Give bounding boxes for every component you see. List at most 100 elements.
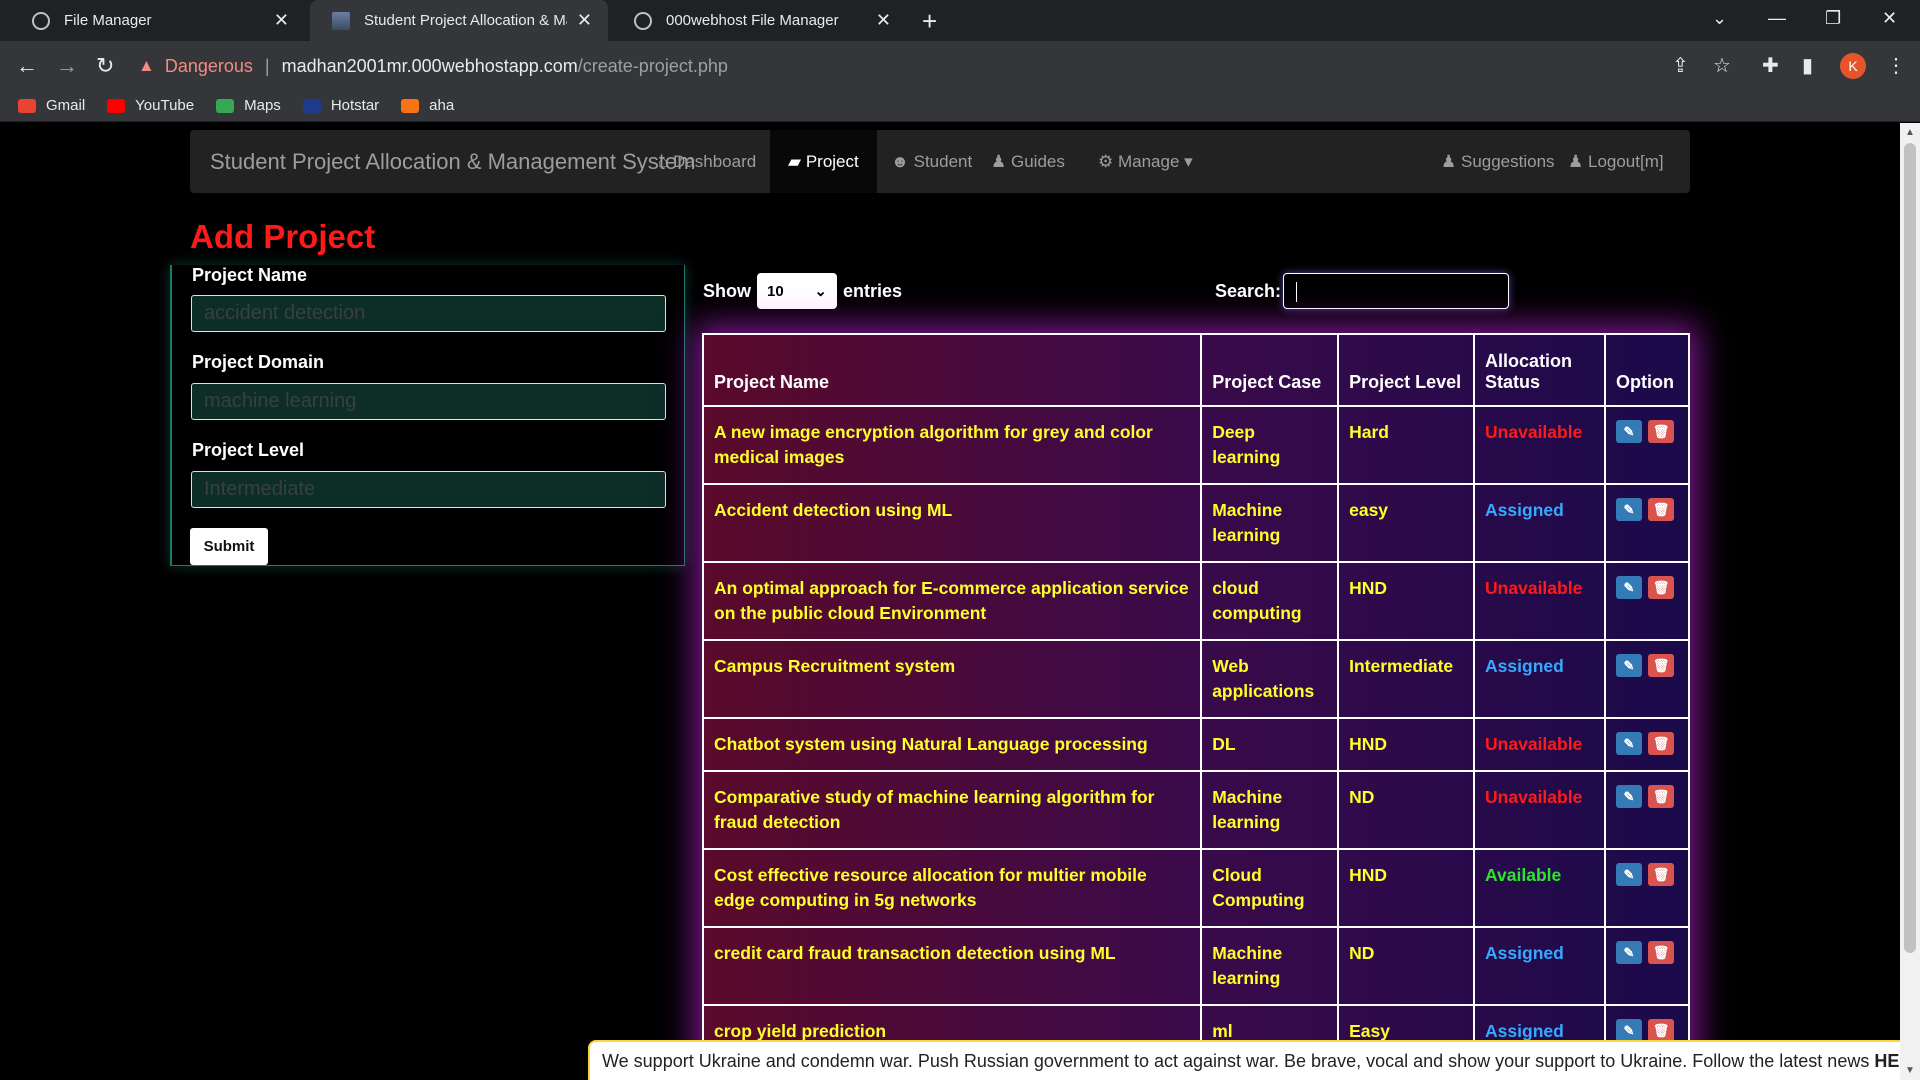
extensions-icon[interactable]: ✚ <box>1762 53 1779 78</box>
column-header[interactable]: Project Case <box>1200 333 1340 407</box>
project-name-cell: An optimal approach for E-commerce appli… <box>701 561 1203 641</box>
nav-label: Suggestions <box>1460 152 1555 171</box>
share-icon[interactable]: ⇪ <box>1672 53 1689 78</box>
edit-button[interactable]: ✎ <box>1615 1019 1642 1042</box>
delete-button[interactable]: 🗑 <box>1647 498 1674 521</box>
browser-tab[interactable]: File Manager ✕ <box>10 0 305 41</box>
submit-button[interactable]: Submit <box>190 528 268 565</box>
trash-icon: 🗑 <box>1652 502 1670 517</box>
nav-guides[interactable]: ♟ Guides <box>973 130 1083 193</box>
menu-icon[interactable]: ⋮ <box>1886 53 1906 78</box>
entries-select[interactable]: 10 ⌄ <box>757 273 837 309</box>
gear-icon: ⚙ <box>1098 152 1114 171</box>
edit-button[interactable]: ✎ <box>1615 863 1642 886</box>
project-name-input[interactable]: accident detection <box>191 295 666 332</box>
column-header[interactable]: Allocation Status <box>1473 333 1606 407</box>
project-level-cell: ND <box>1337 770 1476 850</box>
project-level-select[interactable]: Intermediate ⌄ <box>191 471 666 508</box>
page-scrollbar[interactable]: ▲ ▼ <box>1900 123 1920 1080</box>
reload-icon[interactable]: ↻ <box>96 53 114 79</box>
scroll-up-icon[interactable]: ▲ <box>1905 127 1915 138</box>
delete-button[interactable]: 🗑 <box>1647 732 1674 755</box>
nav-dashboard[interactable]: ⌂ Dashboard <box>640 130 774 193</box>
browser-toolbar: ← → ↻ ▲ Dangerous | madhan2001mr.000webh… <box>0 41 1920 90</box>
sidepanel-icon[interactable]: ▮ <box>1802 53 1813 78</box>
project-name-cell: Accident detection using ML <box>701 483 1203 563</box>
project-level-cell: HND <box>1337 848 1476 928</box>
close-icon[interactable]: ✕ <box>274 10 289 31</box>
address-bar[interactable]: ▲ Dangerous | madhan2001mr.000webhostapp… <box>138 48 1668 84</box>
nav-label: Manage <box>1117 152 1180 171</box>
bookmark-label: Hotstar <box>330 97 380 114</box>
nav-project[interactable]: ▰ Project <box>770 130 877 193</box>
home-icon: ⌂ <box>658 152 669 171</box>
tab-title: Student Project Allocation & Mar <box>364 12 567 29</box>
entries-length-control: Show 10 ⌄ entries <box>703 273 902 309</box>
bookmark-maps[interactable]: Maps <box>216 97 281 114</box>
close-icon[interactable]: ✕ <box>577 10 592 31</box>
nav-label: Student <box>913 152 973 171</box>
tab-search-icon[interactable]: ⌄ <box>1712 8 1727 29</box>
edit-button[interactable]: ✎ <box>1615 654 1642 677</box>
bookmark-gmail[interactable]: Gmail <box>18 97 85 114</box>
delete-button[interactable]: 🗑 <box>1647 654 1674 677</box>
scrollbar-thumb[interactable] <box>1904 143 1916 953</box>
column-header[interactable]: Project Level <box>1337 333 1476 407</box>
edit-button[interactable]: ✎ <box>1615 732 1642 755</box>
forward-icon[interactable]: → <box>56 53 78 79</box>
edit-icon: ✎ <box>1623 502 1635 517</box>
url-path: /create-project.php <box>577 55 728 76</box>
back-icon[interactable]: ← <box>16 53 38 79</box>
minimize-icon[interactable]: — <box>1768 8 1786 29</box>
edit-button[interactable]: ✎ <box>1615 941 1642 964</box>
edit-button[interactable]: ✎ <box>1615 498 1642 521</box>
option-cell: ✎🗑 <box>1603 848 1691 928</box>
scroll-down-icon[interactable]: ▼ <box>1905 1065 1915 1076</box>
delete-button[interactable]: 🗑 <box>1647 1019 1674 1042</box>
star-icon[interactable]: ☆ <box>1713 53 1731 78</box>
project-case-cell: Machine learning <box>1200 483 1340 563</box>
delete-button[interactable]: 🗑 <box>1647 785 1674 808</box>
browser-tab[interactable]: 000webhost File Manager ✕ <box>612 0 907 41</box>
bookmark-hotstar[interactable]: Hotstar <box>302 97 380 114</box>
column-header: Option <box>1603 333 1691 407</box>
project-domain-input[interactable]: machine learning <box>191 383 666 420</box>
youtube-icon <box>107 98 126 113</box>
delete-button[interactable]: 🗑 <box>1647 941 1674 964</box>
edit-button[interactable]: ✎ <box>1615 785 1642 808</box>
project-case-cell: cloud computing <box>1200 561 1340 641</box>
trash-icon: 🗑 <box>1652 736 1670 751</box>
table-row: Campus Recruitment system Web application… <box>701 639 1691 719</box>
gmail-icon <box>18 98 36 113</box>
project-name-label: Project Name <box>192 265 308 285</box>
trash-icon: 🗑 <box>1652 867 1670 882</box>
selected-level: Intermediate <box>204 478 316 500</box>
nav-logout[interactable]: ♟ Logout[m] <box>1550 130 1682 193</box>
new-tab-icon[interactable]: + <box>922 6 937 37</box>
close-icon[interactable]: ✕ <box>876 10 891 31</box>
nav-manage[interactable]: ⚙ Manage ▾ <box>1080 130 1211 193</box>
delete-button[interactable]: 🗑 <box>1647 863 1674 886</box>
allocation-status-cell: Assigned <box>1473 483 1606 563</box>
window-close-icon[interactable]: ✕ <box>1882 8 1897 29</box>
chevron-down-icon: ⌄ <box>814 283 827 300</box>
globe-icon <box>32 11 50 30</box>
search-input[interactable] <box>1283 273 1510 309</box>
tab-title: 000webhost File Manager <box>666 12 839 29</box>
edit-button[interactable]: ✎ <box>1615 576 1642 599</box>
restore-icon[interactable]: ❐ <box>1825 8 1841 29</box>
profile-avatar[interactable]: K <box>1840 53 1866 79</box>
bookmark-aha[interactable]: aha <box>401 97 454 114</box>
delete-button[interactable]: 🗑 <box>1647 420 1674 443</box>
delete-button[interactable]: 🗑 <box>1647 576 1674 599</box>
browser-tab-active[interactable]: Student Project Allocation & Mar ✕ <box>310 0 608 41</box>
bookmark-youtube[interactable]: YouTube <box>107 97 194 114</box>
trash-icon: 🗑 <box>1652 945 1670 960</box>
site-brand[interactable]: Student Project Allocation & Management … <box>210 130 695 193</box>
table-header-row: Project Name Project Case Project Level … <box>701 333 1691 407</box>
column-header[interactable]: Project Name <box>701 333 1203 407</box>
edit-button[interactable]: ✎ <box>1615 420 1642 443</box>
table-row: Chatbot system using Natural Language pr… <box>701 717 1691 772</box>
allocation-status-cell: Assigned <box>1473 639 1606 719</box>
banner-link[interactable]: HERE <box>1874 1051 1900 1071</box>
